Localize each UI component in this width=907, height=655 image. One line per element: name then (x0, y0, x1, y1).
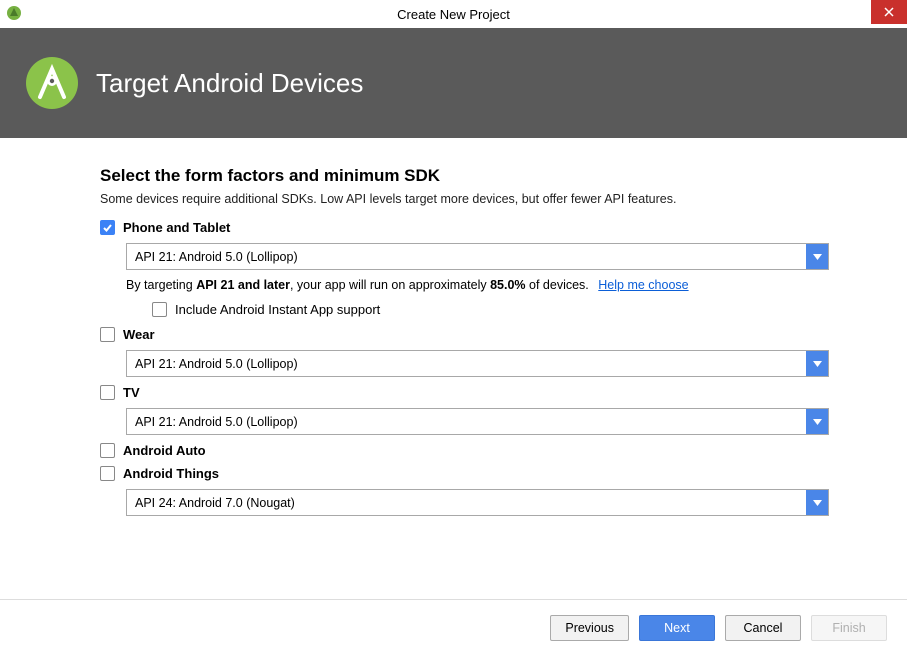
form-factor-row-phone: Phone and Tablet (100, 220, 829, 235)
dialog-header: Target Android Devices (0, 28, 907, 138)
android-studio-icon (24, 55, 80, 111)
sdk-select-tv[interactable]: API 21: Android 5.0 (Lollipop) (126, 408, 829, 435)
dropdown-icon (806, 490, 828, 515)
section-heading: Select the form factors and minimum SDK (100, 166, 829, 186)
coverage-note: By targeting API 21 and later, your app … (126, 278, 829, 292)
app-icon (6, 5, 22, 24)
window-title: Create New Project (397, 7, 510, 22)
label-auto: Android Auto (123, 443, 206, 458)
label-tv: TV (123, 385, 140, 400)
dropdown-icon (806, 409, 828, 434)
form-factor-row-tv: TV (100, 385, 829, 400)
dropdown-icon (806, 351, 828, 376)
sdk-select-things[interactable]: API 24: Android 7.0 (Nougat) (126, 489, 829, 516)
form-factor-row-things: Android Things (100, 466, 829, 481)
form-factor-row-auto: Android Auto (100, 443, 829, 458)
sdk-value-phone: API 21: Android 5.0 (Lollipop) (127, 250, 806, 264)
sdk-value-things: API 24: Android 7.0 (Nougat) (127, 496, 806, 510)
label-wear: Wear (123, 327, 155, 342)
checkbox-instant-app[interactable] (152, 302, 167, 317)
checkbox-phone[interactable] (100, 220, 115, 235)
cancel-button[interactable]: Cancel (725, 615, 801, 641)
sdk-select-wear[interactable]: API 21: Android 5.0 (Lollipop) (126, 350, 829, 377)
previous-button[interactable]: Previous (550, 615, 629, 641)
label-phone: Phone and Tablet (123, 220, 230, 235)
form-factor-row-wear: Wear (100, 327, 829, 342)
instant-app-row: Include Android Instant App support (152, 302, 829, 317)
section-subtitle: Some devices require additional SDKs. Lo… (100, 192, 829, 206)
finish-button: Finish (811, 615, 887, 641)
checkbox-auto[interactable] (100, 443, 115, 458)
window-titlebar: Create New Project (0, 0, 907, 28)
checkbox-wear[interactable] (100, 327, 115, 342)
content-area: Select the form factors and minimum SDK … (0, 138, 907, 516)
sdk-value-wear: API 21: Android 5.0 (Lollipop) (127, 357, 806, 371)
sdk-value-tv: API 21: Android 5.0 (Lollipop) (127, 415, 806, 429)
help-me-choose-link[interactable]: Help me choose (598, 278, 688, 292)
checkbox-tv[interactable] (100, 385, 115, 400)
page-title: Target Android Devices (96, 68, 363, 99)
dropdown-icon (806, 244, 828, 269)
sdk-select-phone[interactable]: API 21: Android 5.0 (Lollipop) (126, 243, 829, 270)
next-button[interactable]: Next (639, 615, 715, 641)
close-button[interactable] (871, 0, 907, 24)
label-things: Android Things (123, 466, 219, 481)
checkbox-things[interactable] (100, 466, 115, 481)
label-instant-app: Include Android Instant App support (175, 302, 380, 317)
dialog-footer: Previous Next Cancel Finish (0, 599, 907, 655)
